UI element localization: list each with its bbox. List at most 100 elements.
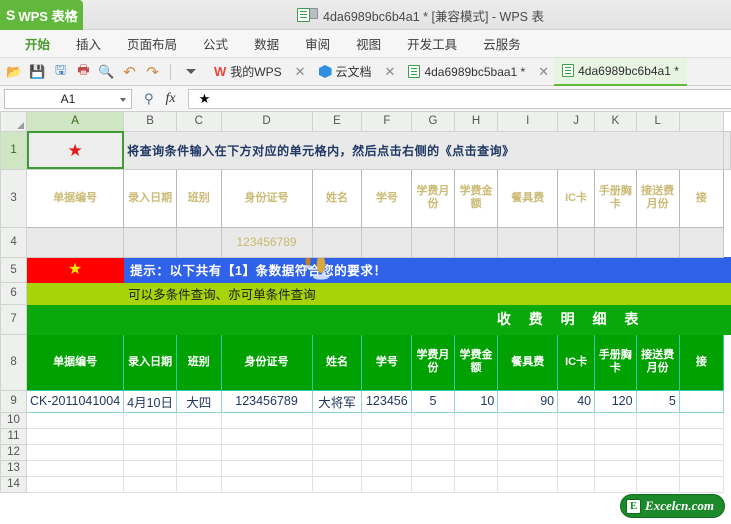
- cell-K10[interactable]: [594, 411, 637, 429]
- toolbar-overflow-chevron-icon[interactable]: [186, 69, 196, 74]
- cell-B7[interactable]: [123, 303, 178, 335]
- cell-F10[interactable]: [361, 411, 413, 429]
- cell-G3[interactable]: 学费月份: [411, 168, 455, 228]
- cell-D9[interactable]: 123456789: [220, 389, 313, 413]
- row-header-1[interactable]: 1: [0, 130, 28, 170]
- cell-D12[interactable]: [220, 443, 313, 461]
- cell-M10[interactable]: [678, 411, 725, 429]
- cell-B4[interactable]: [123, 226, 178, 258]
- cell-J8[interactable]: IC卡: [557, 333, 596, 391]
- cell-A3[interactable]: 单据编号: [26, 168, 125, 228]
- menu-item-formula[interactable]: 公式: [190, 30, 241, 57]
- cell-E11[interactable]: [311, 427, 363, 445]
- row-header-10[interactable]: 10: [0, 411, 28, 429]
- cell-K9[interactable]: 120: [594, 389, 637, 413]
- cell-F8[interactable]: 学号: [361, 333, 413, 391]
- cell-D8[interactable]: 身份证号: [220, 333, 313, 391]
- cell-G10[interactable]: [411, 411, 455, 429]
- cell-D11[interactable]: [220, 427, 313, 445]
- row-header-7[interactable]: 7: [0, 303, 28, 335]
- cell-F7[interactable]: [361, 303, 413, 335]
- cell-H12[interactable]: [453, 443, 499, 461]
- cell-H14[interactable]: [453, 475, 499, 493]
- menu-item-developer-tools[interactable]: 开发工具: [394, 30, 470, 57]
- row-header-8[interactable]: 8: [0, 333, 28, 391]
- cell-H4[interactable]: [453, 226, 499, 258]
- cell-A9[interactable]: CK-2011041004: [26, 389, 125, 413]
- cell-D13[interactable]: [220, 459, 313, 477]
- column-header-C[interactable]: C: [176, 112, 222, 132]
- cell-I4[interactable]: [497, 226, 559, 258]
- cell-G7-report-title[interactable]: 收 费 明 细 表: [411, 303, 731, 335]
- doc-tab-4da6989bc6b4a1[interactable]: 4da6989bc6b4a1 *: [554, 57, 687, 86]
- cell-B5-result-banner[interactable]: 提示：以下共有【1】条数据符合您的要求！: [123, 256, 731, 283]
- cell-C3[interactable]: 班别: [176, 168, 222, 228]
- wps-app-tab[interactable]: S WPS 表格: [0, 0, 83, 30]
- cell-A14[interactable]: [26, 475, 125, 493]
- open-icon[interactable]: 📂: [4, 61, 25, 82]
- row-header-6[interactable]: 6: [0, 281, 28, 305]
- cell-H8[interactable]: 学费金额: [453, 333, 499, 391]
- cell-A10[interactable]: [26, 411, 125, 429]
- column-header-M[interactable]: [678, 112, 725, 132]
- cell-C7[interactable]: [176, 303, 222, 335]
- cell-J12[interactable]: [557, 443, 596, 461]
- cell-E14[interactable]: [311, 475, 363, 493]
- formula-input[interactable]: ★: [187, 88, 731, 109]
- cell-J11[interactable]: [557, 427, 596, 445]
- cell-D3[interactable]: 身份证号: [220, 168, 313, 228]
- cell-N1[interactable]: 点击查询: [723, 130, 731, 170]
- cell-M4[interactable]: [678, 226, 725, 258]
- row-header-9[interactable]: 9: [0, 389, 28, 413]
- cell-K3[interactable]: 手册胸卡: [594, 168, 637, 228]
- cell-A13[interactable]: [26, 459, 125, 477]
- cell-E9[interactable]: 大将军: [311, 389, 363, 413]
- spreadsheet-grid[interactable]: A B C D E F G H I J K L 1 ★ 将查询条件输入在下方对应…: [0, 112, 731, 524]
- cell-C10[interactable]: [176, 411, 222, 429]
- cell-I11[interactable]: [497, 427, 559, 445]
- menu-item-data[interactable]: 数据: [241, 30, 292, 57]
- column-header-H[interactable]: H: [453, 112, 499, 132]
- name-box[interactable]: A1: [4, 88, 132, 109]
- cell-H13[interactable]: [453, 459, 499, 477]
- cell-G9[interactable]: 5: [411, 389, 455, 413]
- close-icon[interactable]: ✕: [382, 64, 399, 80]
- chevron-down-icon[interactable]: [120, 97, 126, 102]
- menu-item-insert[interactable]: 插入: [63, 30, 114, 57]
- cell-M8[interactable]: 接: [678, 333, 725, 391]
- cell-C14[interactable]: [176, 475, 222, 493]
- column-header-F[interactable]: F: [361, 112, 413, 132]
- cell-E7[interactable]: [311, 303, 363, 335]
- cell-L4[interactable]: [635, 226, 680, 258]
- cell-L9[interactable]: 5: [635, 389, 680, 413]
- cell-L12[interactable]: [635, 443, 680, 461]
- cell-M13[interactable]: [678, 459, 725, 477]
- cell-I14[interactable]: [497, 475, 559, 493]
- cell-G13[interactable]: [411, 459, 455, 477]
- cell-L8[interactable]: 接送费月份: [635, 333, 680, 391]
- print-icon[interactable]: 🖶: [73, 61, 94, 82]
- cell-D14[interactable]: [220, 475, 313, 493]
- cell-L3[interactable]: 接送费月份: [635, 168, 680, 228]
- print-preview-icon[interactable]: 🔍: [96, 61, 117, 82]
- cell-K14[interactable]: [594, 475, 637, 493]
- cell-A6[interactable]: [26, 281, 125, 305]
- cell-C4[interactable]: [176, 226, 222, 258]
- cell-B8[interactable]: 录入日期: [123, 333, 178, 391]
- cell-E10[interactable]: [311, 411, 363, 429]
- cell-A5[interactable]: ★: [26, 256, 125, 283]
- cell-F4[interactable]: [361, 226, 413, 258]
- cell-A4[interactable]: [26, 226, 125, 258]
- cell-J10[interactable]: [557, 411, 596, 429]
- cell-G14[interactable]: [411, 475, 455, 493]
- cell-B10[interactable]: [123, 411, 178, 429]
- cell-C11[interactable]: [176, 427, 222, 445]
- cell-H9[interactable]: 10: [453, 389, 499, 413]
- cell-K4[interactable]: [594, 226, 637, 258]
- doc-tab-my-wps[interactable]: W 我的WPS: [206, 58, 290, 86]
- redo-icon[interactable]: ↷: [142, 61, 163, 82]
- column-header-G[interactable]: G: [411, 112, 455, 132]
- select-all-corner[interactable]: [0, 112, 28, 132]
- cell-H3[interactable]: 学费金额: [453, 168, 499, 228]
- cell-J13[interactable]: [557, 459, 596, 477]
